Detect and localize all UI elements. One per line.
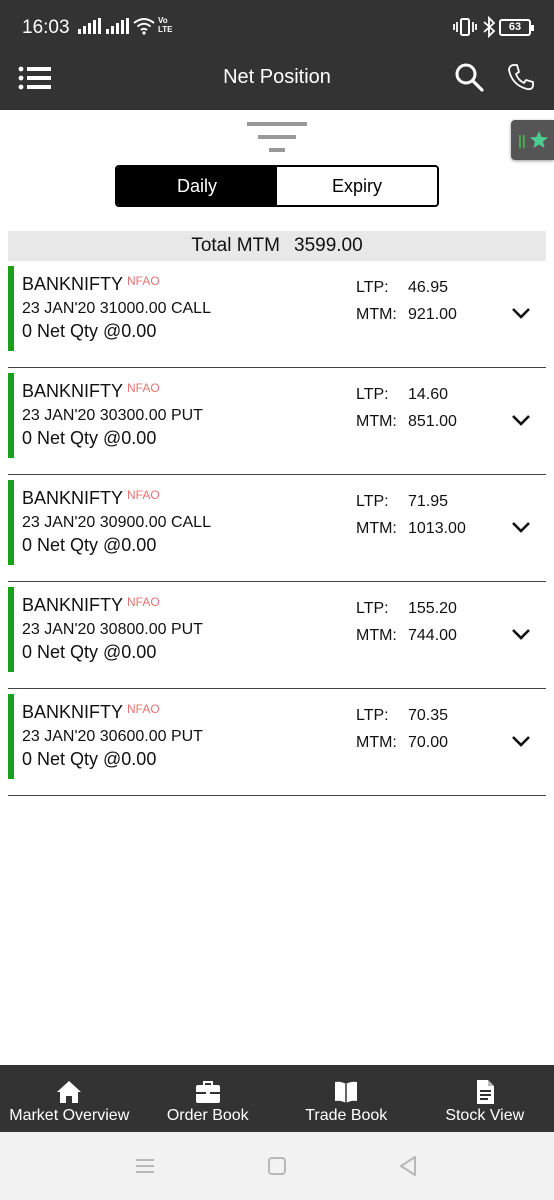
position-contract: 23 JAN'20 30600.00 PUT (22, 728, 203, 745)
bottom-nav: Market Overview Order Book Trade Book St… (0, 1065, 554, 1132)
volte-indicator: Vo LTE (158, 16, 173, 34)
nav-order-book[interactable]: Order Book (139, 1065, 278, 1132)
document-icon (476, 1080, 494, 1104)
position-qty: 0 Net Qty @0.00 (22, 535, 157, 555)
system-nav-bar (0, 1132, 554, 1200)
position-symbol: BANKNIFTY NFAO (22, 595, 160, 615)
search-icon[interactable] (454, 62, 484, 92)
position-symbol: BANKNIFTY NFAO (22, 702, 160, 722)
position-accent (8, 694, 14, 779)
exchange-tag: NFAO (127, 488, 160, 502)
phone-icon[interactable] (506, 62, 536, 92)
ltp-value: 70.35 (408, 707, 449, 724)
signal-icon (106, 18, 129, 34)
total-mtm-label: Total MTM (191, 235, 280, 256)
mtm-label: MTM: (356, 306, 397, 323)
position-symbol: BANKNIFTY NFAO (22, 274, 160, 294)
exchange-tag: NFAO (127, 595, 160, 609)
total-mtm-value: 3599.00 (294, 235, 363, 256)
position-symbol: BANKNIFTY NFAO (22, 488, 160, 508)
position-qty: 0 Net Qty @0.00 (22, 428, 157, 448)
battery-icon: 63 (499, 19, 534, 36)
position-accent (8, 480, 14, 565)
tab-expiry[interactable]: Expiry (277, 167, 437, 205)
position-row[interactable]: BANKNIFTY NFAO 23 JAN'20 30900.00 CALL 0 … (8, 475, 546, 582)
mtm-label: MTM: (356, 413, 397, 430)
mtm-value: 70.00 (408, 734, 449, 751)
vibrate-icon (453, 18, 477, 36)
position-qty: 0 Net Qty @0.00 (22, 642, 157, 662)
ltp-value: 46.95 (408, 279, 449, 296)
mtm-label: MTM: (356, 734, 397, 751)
position-accent (8, 266, 14, 351)
book-icon (335, 1081, 358, 1103)
recent-apps-icon[interactable] (133, 1154, 157, 1178)
ltp-value: 71.95 (408, 493, 449, 510)
nav-stock-view[interactable]: Stock View (416, 1065, 554, 1132)
signal-icon (78, 18, 101, 34)
exchange-tag: NFAO (127, 274, 160, 288)
ltp-value: 155.20 (408, 600, 457, 617)
home-button-icon[interactable] (265, 1154, 289, 1178)
status-time: 16:03 (22, 17, 70, 38)
chevron-down-icon[interactable] (511, 520, 531, 534)
position-symbol: BANKNIFTY NFAO (22, 381, 160, 401)
position-accent (8, 373, 14, 458)
position-row[interactable]: BANKNIFTY NFAO 23 JAN'20 30600.00 PUT 0 N… (8, 689, 546, 796)
chevron-down-icon[interactable] (511, 627, 531, 641)
ltp-label: LTP: (356, 600, 389, 617)
position-contract: 23 JAN'20 30900.00 CALL (22, 514, 211, 531)
position-accent (8, 587, 14, 672)
ltp-label: LTP: (356, 707, 389, 724)
star-icon (530, 131, 548, 148)
position-qty: 0 Net Qty @0.00 (22, 749, 157, 769)
back-icon[interactable] (396, 1154, 420, 1178)
app-bar: Net Position (0, 44, 554, 110)
position-row[interactable]: BANKNIFTY NFAO 23 JAN'20 31000.00 CALL 0 … (8, 261, 546, 368)
status-bar: 16:03 Vo LTE 63 (0, 0, 554, 44)
position-contract: 23 JAN'20 30800.00 PUT (22, 621, 203, 638)
mtm-value: 1013.00 (408, 520, 466, 537)
total-mtm-bar: Total MTM 3599.00 (8, 231, 546, 261)
ltp-label: LTP: (356, 386, 389, 403)
position-list: BANKNIFTY NFAO 23 JAN'20 31000.00 CALL 0 … (8, 261, 546, 796)
mtm-label: MTM: (356, 627, 397, 644)
filter-icon[interactable] (247, 122, 307, 154)
chevron-down-icon[interactable] (511, 413, 531, 427)
mtm-value: 921.00 (408, 306, 457, 323)
position-contract: 23 JAN'20 31000.00 CALL (22, 300, 211, 317)
nav-trade-book[interactable]: Trade Book (277, 1065, 416, 1132)
ltp-value: 14.60 (408, 386, 449, 403)
mtm-value: 744.00 (408, 627, 457, 644)
position-row[interactable]: BANKNIFTY NFAO 23 JAN'20 30300.00 PUT 0 N… (8, 368, 546, 475)
chevron-down-icon[interactable] (511, 734, 531, 748)
exchange-tag: NFAO (127, 702, 160, 716)
nav-label: Market Overview (9, 1107, 130, 1124)
mtm-value: 851.00 (408, 413, 457, 430)
drag-handle-icon[interactable]: || (518, 132, 526, 148)
chevron-down-icon[interactable] (511, 306, 531, 320)
ltp-label: LTP: (356, 493, 389, 510)
bluetooth-icon (483, 16, 496, 38)
watchlist-side-tab[interactable]: || (511, 120, 554, 160)
position-row[interactable]: BANKNIFTY NFAO 23 JAN'20 30800.00 PUT 0 N… (8, 582, 546, 689)
nav-label: Order Book (166, 1107, 249, 1124)
tab-daily[interactable]: Daily (117, 167, 277, 205)
nav-label: Stock View (445, 1107, 525, 1124)
nav-label: Trade Book (305, 1107, 388, 1124)
home-icon (57, 1081, 82, 1103)
exchange-tag: NFAO (127, 381, 160, 395)
briefcase-icon (195, 1081, 220, 1103)
period-toggle: Daily Expiry (115, 165, 439, 207)
wifi-icon (133, 18, 155, 35)
nav-market-overview[interactable]: Market Overview (0, 1065, 139, 1132)
mtm-label: MTM: (356, 520, 397, 537)
position-contract: 23 JAN'20 30300.00 PUT (22, 407, 203, 424)
ltp-label: LTP: (356, 279, 389, 296)
position-qty: 0 Net Qty @0.00 (22, 321, 157, 341)
